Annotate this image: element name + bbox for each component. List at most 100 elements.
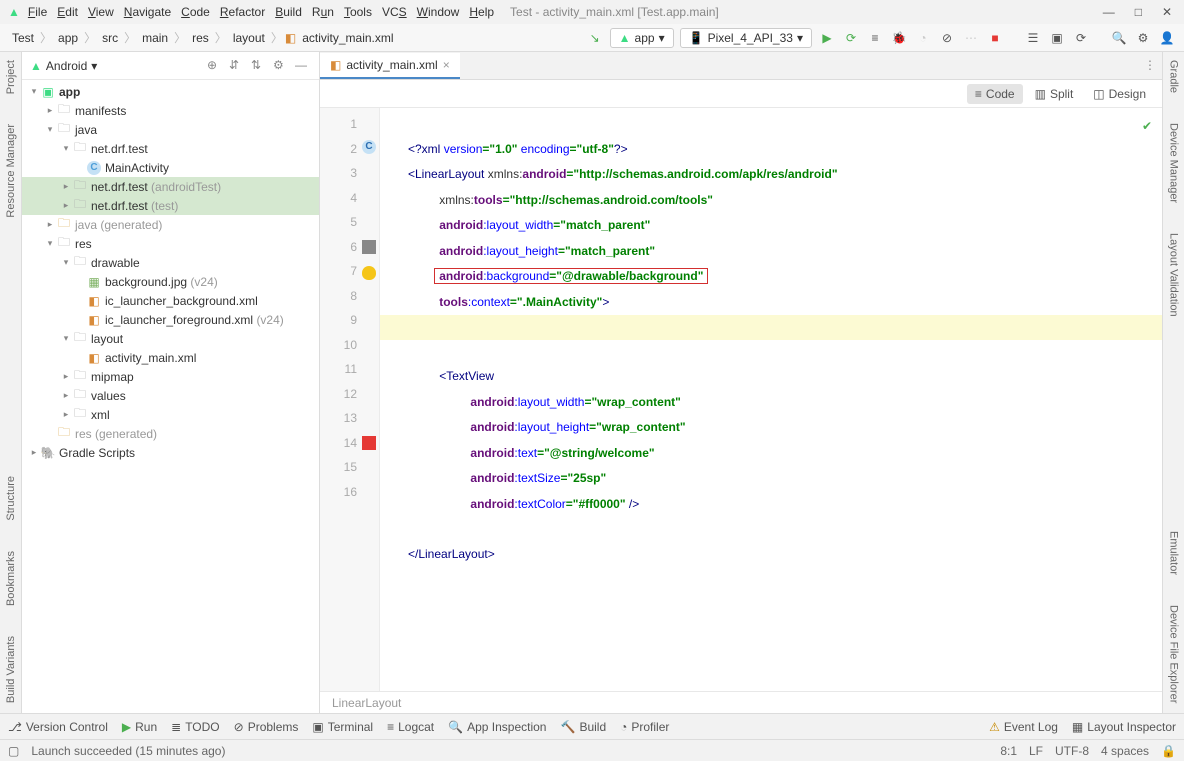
menu-build[interactable]: Build [275, 5, 302, 19]
tree-layout[interactable]: ▾🗀layout [22, 329, 319, 348]
tree-mipmap[interactable]: ▸🗀mipmap [22, 367, 319, 386]
code-editor[interactable]: ✔<?xml version="1.0" encoding="utf-8"?> … [380, 108, 1162, 691]
tool-build-variants[interactable]: Build Variants [5, 636, 17, 703]
tree-main-activity[interactable]: CMainActivity [22, 158, 319, 177]
run-icon[interactable]: ▶ [818, 29, 836, 47]
tree-manifests[interactable]: ▸🗀manifests [22, 101, 319, 120]
coverage-icon[interactable]: ≡ [866, 29, 884, 47]
menu-run[interactable]: Run [312, 5, 334, 19]
image-gutter-icon[interactable] [362, 240, 376, 254]
crumb-file[interactable]: activity_main.xml [298, 29, 397, 47]
tool-emulator[interactable]: Emulator [1168, 531, 1180, 575]
close-tab-icon[interactable]: × [443, 58, 450, 72]
menu-vcs[interactable]: VCS [382, 5, 407, 19]
search-icon[interactable]: 🔍 [1110, 29, 1128, 47]
menu-view[interactable]: View [88, 5, 114, 19]
editor-tab-active[interactable]: ◧ activity_main.xml × [320, 53, 460, 79]
tool-layout-validation[interactable]: Layout Validation [1168, 233, 1180, 317]
crumb-layout[interactable]: layout [229, 29, 269, 47]
sync-icon[interactable]: ↘ [586, 29, 604, 47]
tool-project[interactable]: Project [5, 60, 17, 94]
minimize-icon[interactable]: — [1103, 5, 1115, 19]
gradle-sync-icon[interactable]: ⟳ [1072, 29, 1090, 47]
crumb-main[interactable]: main [138, 29, 172, 47]
collapse-icon[interactable]: ⇅ [251, 58, 267, 74]
stop-icon[interactable]: ■ [986, 29, 1004, 47]
gutter[interactable]: 1 2C 3 4 5 6 7 8 9 10 11 12 13 14 15 16 [320, 108, 380, 691]
bottom-event-log[interactable]: ⚠ Event Log [989, 720, 1058, 734]
tool-resource-manager[interactable]: Resource Manager [5, 124, 17, 218]
run-config-combo[interactable]: ▲app ▾ [610, 28, 674, 48]
menu-edit[interactable]: Edit [57, 5, 78, 19]
maximize-icon[interactable]: □ [1135, 5, 1142, 19]
status-caret-pos[interactable]: 8:1 [1000, 744, 1017, 758]
crumb-root[interactable]: Test [8, 29, 38, 47]
status-encoding[interactable]: UTF-8 [1055, 744, 1089, 758]
status-lock-icon[interactable]: 🔒 [1161, 744, 1176, 758]
tree-app[interactable]: ▾▣app [22, 82, 319, 101]
tree-java[interactable]: ▾🗀java [22, 120, 319, 139]
editor-breadcrumb[interactable]: LinearLayout [320, 691, 1162, 713]
tool-bookmarks[interactable]: Bookmarks [5, 551, 17, 606]
bottom-todo[interactable]: ≣ TODO [171, 720, 220, 734]
bottom-app-inspection[interactable]: 🔍 App Inspection [448, 720, 546, 734]
device-combo[interactable]: 📱Pixel_4_API_33 ▾ [680, 28, 812, 48]
color-gutter-icon[interactable] [362, 436, 376, 450]
apply-changes-icon[interactable]: ⟳ [842, 29, 860, 47]
close-icon[interactable]: ✕ [1162, 5, 1172, 19]
project-tree[interactable]: ▾▣app ▸🗀manifests ▾🗀java ▾🗀net.drf.test … [22, 80, 319, 713]
view-code[interactable]: ≡ Code [967, 84, 1023, 104]
project-view-selector[interactable]: ▲Android ▾ [30, 59, 97, 73]
bottom-logcat[interactable]: ≡ Logcat [387, 720, 434, 734]
menu-code[interactable]: Code [181, 5, 210, 19]
tree-ic-bg[interactable]: ◧ic_launcher_background.xml [22, 291, 319, 310]
hide-panel-icon[interactable]: — [295, 58, 311, 74]
tree-xml[interactable]: ▸🗀xml [22, 405, 319, 424]
bottom-terminal[interactable]: ▣ Terminal [312, 720, 373, 734]
user-icon[interactable]: 👤 [1158, 29, 1176, 47]
crumb-res[interactable]: res [188, 29, 213, 47]
bottom-profiler[interactable]: ◔ Profiler [620, 720, 669, 734]
status-line-sep[interactable]: LF [1029, 744, 1043, 758]
analysis-ok-icon[interactable]: ✔ [1142, 114, 1152, 139]
bottom-vcs[interactable]: ⎇ Version Control [8, 720, 108, 734]
bottom-problems[interactable]: ⊘ Problems [234, 720, 299, 734]
view-split[interactable]: ▥ Split [1027, 84, 1082, 104]
menu-navigate[interactable]: Navigate [124, 5, 171, 19]
select-opened-icon[interactable]: ⊕ [207, 58, 223, 74]
class-gutter-icon[interactable]: C [362, 140, 376, 154]
panel-gear-icon[interactable]: ⚙ [273, 58, 289, 74]
view-design[interactable]: ◫ Design [1085, 84, 1154, 104]
tree-pkg-main[interactable]: ▾🗀net.drf.test [22, 139, 319, 158]
debug-icon[interactable]: 🐞 [890, 29, 908, 47]
more-run-icon[interactable]: ⋯ [962, 29, 980, 47]
menu-window[interactable]: Window [417, 5, 460, 19]
menu-file[interactable]: File [28, 5, 47, 19]
bottom-run[interactable]: ▶ Run [122, 720, 157, 734]
menu-refactor[interactable]: Refactor [220, 5, 265, 19]
tree-pkg-test[interactable]: ▸🗀net.drf.test (test) [22, 196, 319, 215]
status-icon[interactable]: ▢ [8, 744, 19, 758]
status-indent[interactable]: 4 spaces [1101, 744, 1149, 758]
avd-icon[interactable]: ☰ [1024, 29, 1042, 47]
bottom-layout-inspector[interactable]: ▦ Layout Inspector [1072, 720, 1176, 734]
crumb-src[interactable]: src [98, 29, 122, 47]
tree-drawable[interactable]: ▾🗀drawable [22, 253, 319, 272]
tool-gradle[interactable]: Gradle [1168, 60, 1180, 93]
tree-activity-xml[interactable]: ◧activity_main.xml [22, 348, 319, 367]
tool-device-manager[interactable]: Device Manager [1168, 123, 1180, 203]
expand-icon[interactable]: ⇵ [229, 58, 245, 74]
sdk-icon[interactable]: ▣ [1048, 29, 1066, 47]
tree-java-gen[interactable]: ▸🗀java (generated) [22, 215, 319, 234]
tree-background-jpg[interactable]: ▦background.jpg (v24) [22, 272, 319, 291]
tree-gradle[interactable]: ▸🐘Gradle Scripts [22, 443, 319, 462]
tabs-more-icon[interactable]: ⋮ [1144, 58, 1156, 72]
menu-help[interactable]: Help [469, 5, 494, 19]
attach-debugger-icon[interactable]: ⊘ [938, 29, 956, 47]
tool-structure[interactable]: Structure [5, 476, 17, 521]
tool-device-file-explorer[interactable]: Device File Explorer [1168, 605, 1180, 703]
tree-pkg-androidtest[interactable]: ▸🗀net.drf.test (androidTest) [22, 177, 319, 196]
tree-ic-fg[interactable]: ◧ic_launcher_foreground.xml (v24) [22, 310, 319, 329]
settings-icon[interactable]: ⚙ [1134, 29, 1152, 47]
tree-values[interactable]: ▸🗀values [22, 386, 319, 405]
